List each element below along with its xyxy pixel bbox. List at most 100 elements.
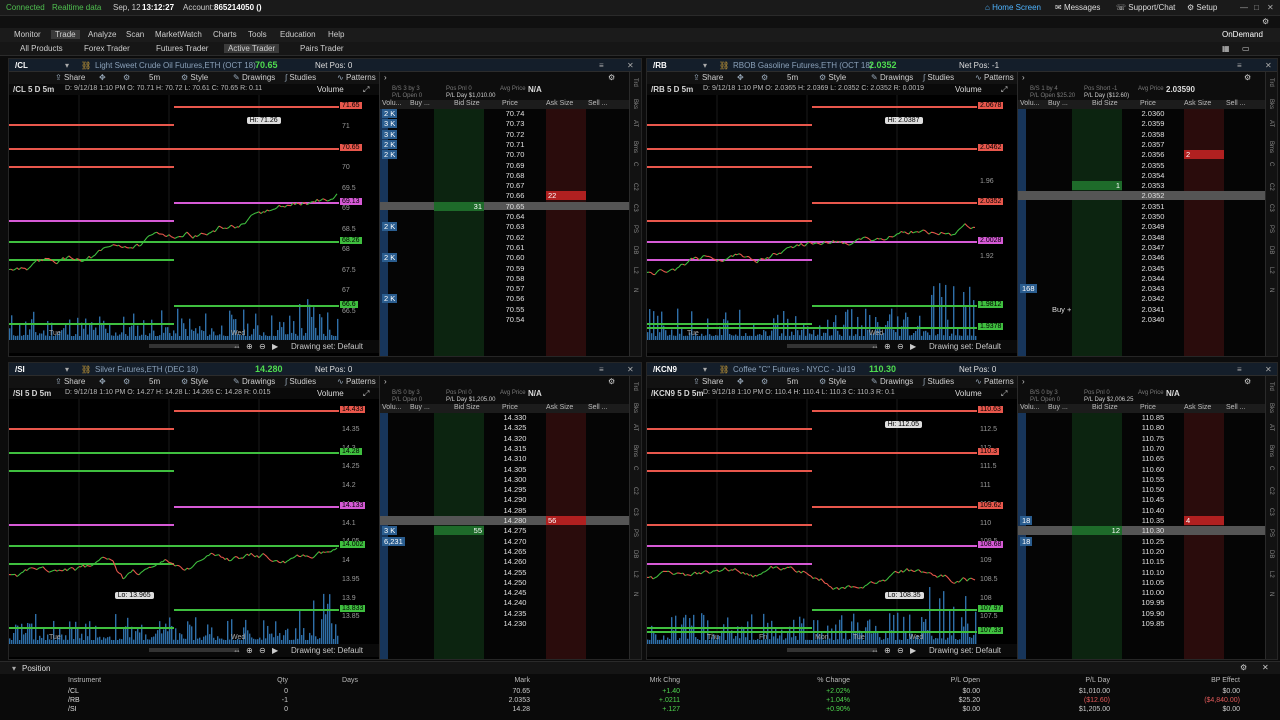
share-button[interactable]: ⇪ Share (55, 377, 85, 386)
layout-add-icon[interactable]: ▭ (1242, 44, 1250, 53)
ladder-row[interactable]: 14.305 (380, 465, 629, 474)
ladder-row[interactable]: 70.61 (380, 243, 629, 252)
sidebar-tab[interactable]: C (1268, 466, 1274, 470)
position-instrument[interactable]: /SI (68, 706, 188, 713)
scroll-bar[interactable] (787, 648, 877, 652)
studies-button[interactable]: ∫ Studies (285, 73, 316, 82)
sidebar-tab[interactable]: Bks (632, 403, 638, 413)
ladder-row[interactable]: 2.0341 Buy + (1018, 305, 1265, 314)
drawing-set-label[interactable]: Drawing set: Default (929, 646, 1001, 655)
position-column-header[interactable]: P/L Day (1050, 677, 1110, 684)
home-screen-link[interactable]: ⌂ Home Screen (985, 3, 1041, 12)
sidebar-tab[interactable]: C2 (632, 183, 638, 191)
ladder-row[interactable]: 14.330 (380, 413, 629, 422)
ladder-row[interactable]: 70.57 (380, 284, 629, 293)
price-chart[interactable]: 71.57170.57069.56968.56867.56766.571.657… (9, 95, 379, 340)
zoom-out-icon[interactable]: ⊖ (259, 646, 266, 655)
submenu-all-products[interactable]: All Products (20, 44, 63, 53)
sidebar-tab[interactable]: DB (632, 246, 638, 254)
symbol-menu-icon[interactable]: ▾ (65, 365, 69, 374)
menu-trade[interactable]: Trade (51, 30, 80, 39)
style-button[interactable]: ⚙ Style (819, 377, 846, 386)
ladder-row[interactable]: 110.25 18 (1018, 536, 1265, 546)
share-button[interactable]: ⇪ Share (55, 73, 85, 82)
ladder-row[interactable]: 2.0347 (1018, 243, 1265, 252)
ladder-bid-size[interactable]: 31 (434, 201, 484, 211)
play-icon[interactable]: ▶ (272, 646, 278, 655)
ladder-row[interactable]: 70.58 (380, 274, 629, 283)
ladder-row[interactable]: 110.30 12 (1018, 526, 1265, 536)
gear-icon[interactable]: ⚙ (761, 377, 768, 386)
sidebar-tab[interactable]: DB (632, 550, 638, 558)
ladder-row[interactable]: 110.70 (1018, 444, 1265, 453)
position-column-header[interactable]: Days (298, 677, 358, 684)
sidebar-tab[interactable]: L2 (1268, 267, 1274, 274)
ladder-row[interactable]: 70.73 3 K (380, 119, 629, 129)
ladder-expand-icon[interactable]: › (1022, 377, 1025, 386)
ladder-gear-icon[interactable]: ⚙ (608, 377, 615, 386)
ladder-row[interactable]: 2.0353 1 (1018, 181, 1265, 191)
close-icon[interactable]: ✕ (1267, 3, 1274, 12)
menu-analyze[interactable]: Analyze (88, 30, 116, 39)
ladder-expand-icon[interactable]: › (384, 73, 387, 82)
ladder-row[interactable]: 14.265 (380, 547, 629, 556)
ladder-row[interactable]: 14.295 (380, 485, 629, 494)
sidebar-tab[interactable]: AT (1268, 120, 1274, 127)
sidebar-tab[interactable]: C2 (1268, 487, 1274, 495)
ladder-row[interactable]: 110.45 (1018, 495, 1265, 504)
zoom-out-icon[interactable]: ⊖ (897, 342, 904, 351)
zoom-icon[interactable]: ⇔ (871, 646, 879, 655)
sidebar-tab[interactable]: PS (1268, 225, 1274, 233)
sidebar-tab[interactable]: C (632, 466, 638, 470)
submenu-active-trader[interactable]: Active Trader (224, 44, 280, 53)
sidebar-tab[interactable]: Bks (1268, 99, 1274, 109)
ladder-row[interactable]: 2.0342 (1018, 294, 1265, 303)
ladder-row[interactable]: 14.255 (380, 568, 629, 577)
gear-icon[interactable]: ⚙ (1262, 17, 1269, 26)
ladder-bid-size[interactable]: 12 (1072, 526, 1122, 536)
ladder-expand-icon[interactable]: › (384, 377, 387, 386)
ladder-row[interactable]: 110.10 (1018, 568, 1265, 577)
ladder-row[interactable]: 110.40 (1018, 506, 1265, 515)
sidebar-tab[interactable]: Bms (1268, 141, 1274, 153)
sidebar-tab[interactable]: Trd (632, 78, 638, 87)
sidebar-tab[interactable]: PS (632, 529, 638, 537)
ladder-gear-icon[interactable]: ⚙ (608, 73, 615, 82)
setup-link[interactable]: ⚙ Setup (1187, 3, 1217, 12)
menu-scan[interactable]: Scan (126, 30, 144, 39)
position-column-header[interactable]: P/L Open (920, 677, 980, 684)
ladder-row[interactable]: 14.275 3 K 55 (380, 526, 629, 536)
drawings-button[interactable]: ✎ Drawings (233, 377, 275, 386)
sidebar-tab[interactable]: N (632, 592, 638, 596)
ladder-row[interactable]: 14.315 (380, 444, 629, 453)
position-column-header[interactable]: Mark (470, 677, 530, 684)
zoom-in-icon[interactable]: ⊕ (246, 646, 253, 655)
ladder-row[interactable]: 109.90 (1018, 609, 1265, 618)
ladder-ask-size[interactable]: 2 (1184, 150, 1224, 160)
symbol-input[interactable]: /SI (15, 365, 25, 374)
share-button[interactable]: ⇪ Share (693, 377, 723, 386)
submenu-pairs-trader[interactable]: Pairs Trader (300, 44, 344, 53)
ladder-row[interactable]: 2.0354 (1018, 171, 1265, 180)
ladder-row[interactable]: 70.65 31 (380, 201, 629, 211)
collapse-icon[interactable]: ▾ (12, 664, 16, 673)
drawings-button[interactable]: ✎ Drawings (871, 377, 913, 386)
ladder-row[interactable]: 70.74 2 K (380, 109, 629, 118)
ladder-row[interactable]: 14.260 (380, 557, 629, 566)
ladder-row[interactable]: 2.0351 (1018, 202, 1265, 211)
ladder-row[interactable]: 70.56 2 K (380, 294, 629, 304)
studies-button[interactable]: ∫ Studies (923, 73, 954, 82)
sidebar-tab[interactable]: L2 (632, 571, 638, 578)
zoom-in-icon[interactable]: ⊕ (884, 646, 891, 655)
ladder-row[interactable]: 70.69 (380, 161, 629, 170)
sidebar-tab[interactable]: DB (1268, 550, 1274, 558)
ladder-row[interactable]: 70.63 2 K (380, 222, 629, 232)
sidebar-tab[interactable]: C3 (632, 204, 638, 212)
ladder-row[interactable]: 2.0345 (1018, 264, 1265, 273)
style-button[interactable]: ⚙ Style (181, 377, 208, 386)
link-icon[interactable]: ⛓ (719, 365, 729, 374)
sidebar-tab[interactable]: Trd (632, 382, 638, 391)
ladder-row[interactable]: 70.55 (380, 305, 629, 314)
crosshair-icon[interactable]: ✥ (99, 377, 106, 386)
style-button[interactable]: ⚙ Style (181, 73, 208, 82)
